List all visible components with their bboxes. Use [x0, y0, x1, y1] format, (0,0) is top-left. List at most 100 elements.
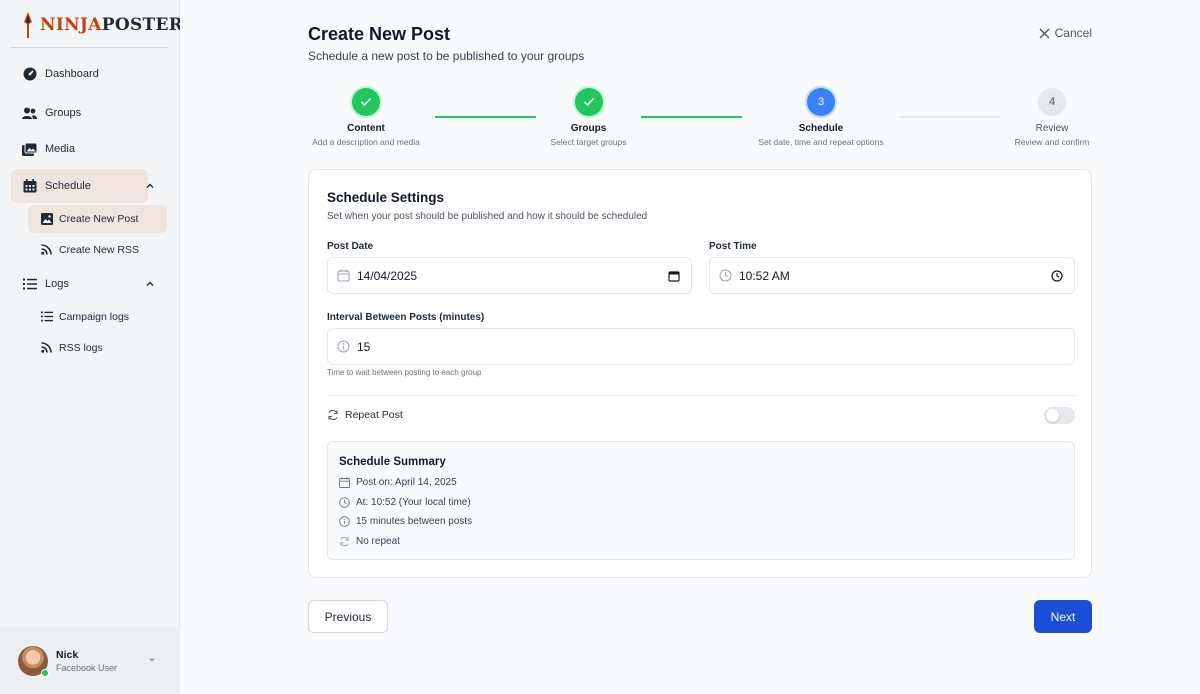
- sidebar-subitem-campaign-logs[interactable]: Campaign logs: [28, 303, 167, 331]
- user-role: Facebook User: [56, 662, 118, 673]
- summary-post-on: Post on: April 14, 2025: [339, 477, 457, 488]
- interval-hint: Time to wait between posting to each gro…: [327, 368, 482, 377]
- chevron-down-icon[interactable]: [148, 655, 156, 663]
- previous-button[interactable]: Previous: [308, 600, 388, 633]
- post-date-label: Post Date: [327, 241, 374, 252]
- next-button[interactable]: Next: [1034, 600, 1092, 633]
- repeat-post-text: Repeat Post: [345, 409, 403, 421]
- calendar-icon: [22, 179, 37, 194]
- step-label: Schedule: [798, 123, 844, 134]
- summary-interval: 15 minutes between posts: [339, 516, 472, 527]
- chevron-up-icon[interactable]: [144, 278, 156, 290]
- summary-interval-text: 15 minutes between posts: [356, 516, 473, 527]
- logo-divider: [11, 47, 168, 48]
- brand-logo[interactable]: NINJAPOSTER: [22, 12, 183, 38]
- sidebar-subitem-rss-logs[interactable]: RSS logs: [28, 334, 167, 362]
- summary-time: At: 10:52 (Your local time): [339, 497, 471, 508]
- repeat-post-toggle[interactable]: [1044, 407, 1075, 424]
- time-picker-icon[interactable]: [1051, 270, 1063, 282]
- ninja-logo-icon: [24, 12, 32, 38]
- step-groups[interactable]: Groups Select target groups: [536, 88, 641, 147]
- sidebar-item-label: Dashboard: [45, 68, 99, 80]
- schedule-settings-card: Schedule Settings Set when your post sho…: [308, 169, 1092, 578]
- step-connector: [900, 116, 1000, 118]
- sidebar-item-dashboard[interactable]: Dashboard: [11, 57, 148, 91]
- interval-label: Interval Between Posts (minutes): [327, 312, 485, 323]
- brand-name-part2: POSTER: [101, 15, 184, 35]
- step-label: Groups: [570, 123, 607, 134]
- check-icon: [583, 97, 594, 107]
- info-icon: [339, 516, 350, 527]
- page-subtitle: Schedule a new post to be published to y…: [308, 49, 585, 63]
- step-description: Add a description and media: [312, 137, 420, 147]
- interval-input[interactable]: 15: [327, 328, 1075, 365]
- sidebar-subitem-label: Create New Post: [59, 213, 139, 225]
- sidebar-item-label: Groups: [45, 107, 82, 119]
- step-number: 4: [1038, 88, 1066, 116]
- user-info: Nick Facebook User: [56, 649, 117, 673]
- close-icon: [1039, 28, 1050, 38]
- dashboard-icon: [22, 67, 37, 82]
- sidebar-subitem-label: Campaign logs: [59, 311, 130, 323]
- summary-time-text: At: 10:52 (Your local time): [356, 497, 471, 508]
- check-icon: [360, 97, 372, 107]
- sidebar: NINJAPOSTER Dashboard Groups Media Sched…: [0, 0, 183, 694]
- summary-repeat: No repeat: [339, 536, 400, 547]
- sidebar-item-label: Media: [45, 143, 75, 155]
- toggle-knob: [1046, 409, 1059, 422]
- page-title: Create New Post: [308, 24, 451, 44]
- sidebar-item-label: Schedule: [45, 180, 91, 192]
- step-complete-indicator: [574, 88, 603, 116]
- summary-post-on-text: Post on: April 14, 2025: [356, 477, 457, 488]
- post-time-value: 10:52 AM: [739, 268, 790, 283]
- repeat-post-label: Repeat Post: [327, 409, 403, 421]
- cancel-label: Cancel: [1054, 26, 1092, 40]
- refresh-icon: [328, 409, 338, 421]
- main-content: Create New Post Schedule a new post to b…: [180, 0, 1200, 694]
- sidebar-item-groups[interactable]: Groups: [11, 96, 148, 130]
- avatar: [18, 645, 49, 677]
- list-icon: [22, 277, 37, 292]
- media-icon: [22, 142, 37, 157]
- step-schedule[interactable]: 3 Schedule Set date, time and repeat opt…: [746, 88, 896, 147]
- post-date-value: 14/04/2025: [357, 268, 418, 283]
- step-description: Review and confirm: [1014, 137, 1090, 147]
- brand-name-part1: NINJA: [40, 15, 102, 35]
- sidebar-item-label: Logs: [45, 278, 69, 290]
- online-status-dot: [41, 668, 49, 677]
- summary-repeat-text: No repeat: [356, 536, 400, 547]
- sidebar-item-media[interactable]: Media: [11, 132, 148, 166]
- post-time-input[interactable]: 10:52 AM: [709, 257, 1075, 294]
- clock-icon: [339, 497, 350, 508]
- list-icon: [41, 311, 53, 323]
- sidebar-item-logs[interactable]: Logs: [11, 267, 154, 301]
- refresh-icon: [340, 536, 349, 547]
- info-icon: [337, 340, 351, 354]
- sidebar-item-schedule[interactable]: Schedule: [11, 169, 154, 203]
- users-icon: [22, 106, 37, 121]
- post-date-input[interactable]: 14/04/2025: [327, 257, 692, 294]
- step-label: Content: [347, 123, 385, 134]
- card-title: Schedule Settings: [327, 190, 445, 205]
- user-profile[interactable]: Nick Facebook User: [0, 627, 180, 694]
- sidebar-subitem-label: Create New RSS: [59, 244, 139, 256]
- cancel-button[interactable]: Cancel: [1039, 26, 1092, 40]
- step-connector: [641, 116, 742, 118]
- user-name: Nick: [56, 648, 79, 661]
- step-complete-indicator: [352, 88, 380, 116]
- sidebar-subitem-create-new-post[interactable]: Create New Post: [28, 205, 167, 233]
- summary-title: Schedule Summary: [339, 456, 446, 468]
- brand-name: NINJAPOSTER: [40, 15, 183, 35]
- clock-icon: [719, 269, 733, 283]
- step-review[interactable]: 4 Review Review and confirm: [1007, 88, 1097, 147]
- chevron-up-icon[interactable]: [144, 180, 156, 192]
- step-description: Set date, time and repeat options: [758, 137, 884, 147]
- step-connector: [435, 116, 536, 118]
- sidebar-subitem-create-new-rss[interactable]: Create New RSS: [28, 236, 167, 264]
- calendar-picker-icon[interactable]: [668, 270, 680, 282]
- sidebar-subitem-label: RSS logs: [59, 342, 103, 354]
- post-time-label: Post Time: [709, 241, 757, 252]
- interval-value: 15: [357, 339, 371, 354]
- step-content[interactable]: Content Add a description and media: [308, 88, 424, 147]
- card-subtitle: Set when your post should be published a…: [327, 211, 648, 222]
